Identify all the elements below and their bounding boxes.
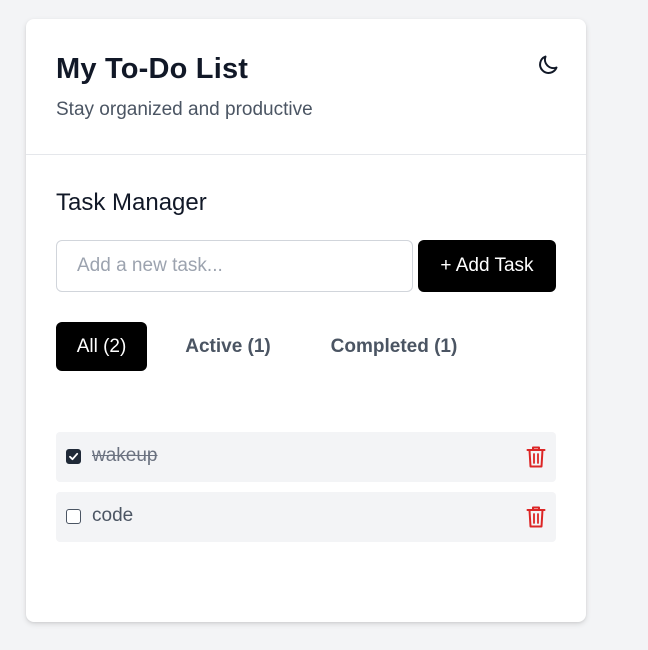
theme-toggle-button[interactable] (536, 53, 560, 77)
delete-task-button[interactable] (526, 445, 546, 469)
todo-card: My To-Do List Stay organized and product… (26, 19, 586, 622)
task-text: code (92, 505, 134, 526)
tab-completed[interactable]: Completed (1) (324, 322, 464, 371)
page-title: My To-Do List (56, 53, 249, 85)
checkmark-icon (69, 452, 79, 461)
task-text: wakeup (92, 445, 158, 466)
page-subtitle: Stay organized and productive (56, 99, 313, 120)
task-checkbox[interactable] (66, 449, 81, 464)
add-task-button[interactable]: + Add Task (418, 240, 556, 292)
section-title: Task Manager (56, 189, 207, 216)
trash-icon (526, 446, 546, 468)
task-checkbox[interactable] (66, 509, 81, 524)
moon-icon (539, 55, 558, 74)
tab-all[interactable]: All (2) (56, 322, 147, 371)
task-item: code (56, 492, 556, 542)
card-header: My To-Do List Stay organized and product… (26, 19, 586, 155)
new-task-input[interactable] (56, 240, 413, 292)
tab-active[interactable]: Active (1) (180, 322, 276, 371)
delete-task-button[interactable] (526, 505, 546, 529)
trash-icon (526, 506, 546, 528)
task-item: wakeup (56, 432, 556, 482)
